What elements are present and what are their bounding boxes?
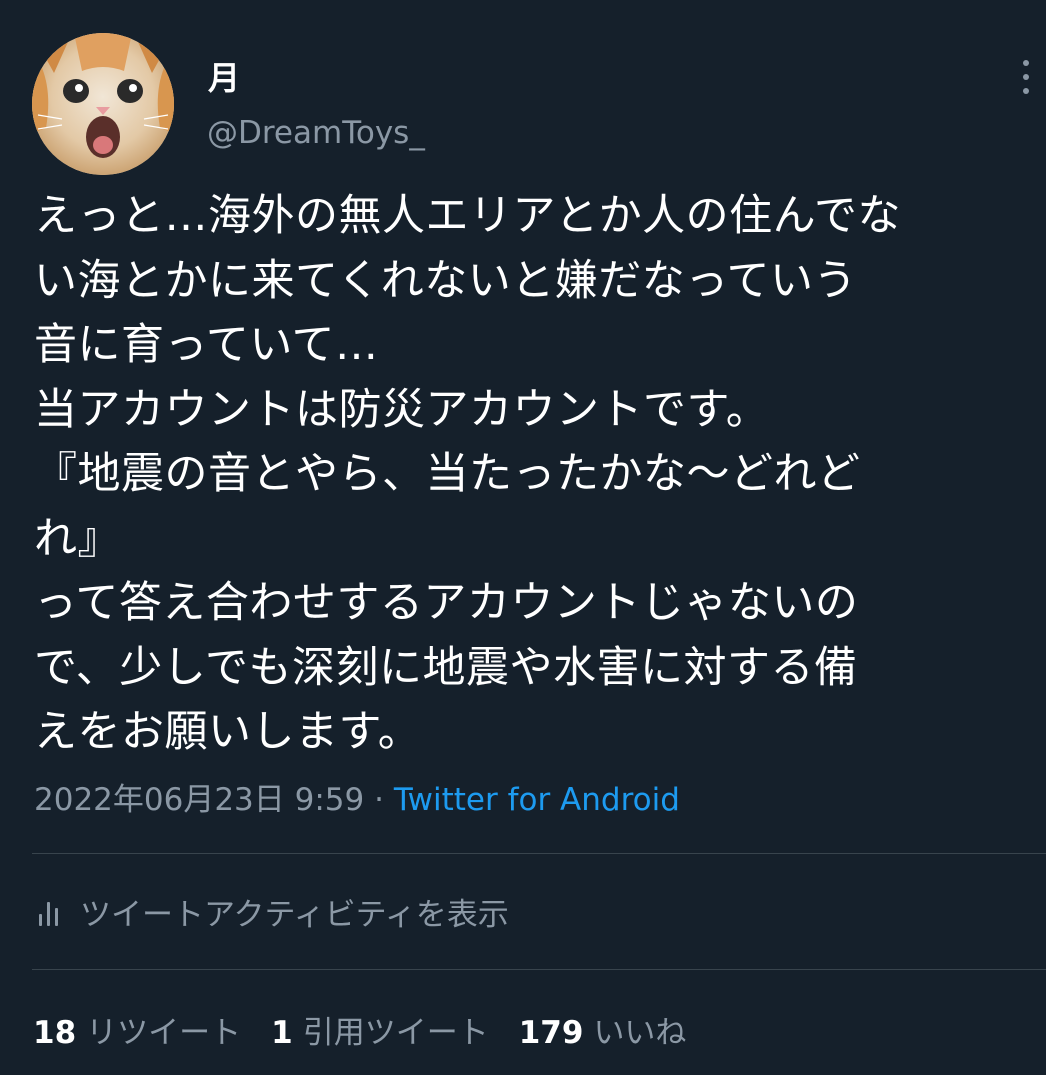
tweet-line: い海とかに来てくれないと嫌だなっていう bbox=[34, 255, 858, 306]
likes-label: いいね bbox=[593, 1014, 687, 1051]
more-dot bbox=[1023, 88, 1029, 94]
likes-stat[interactable]: 179 いいね bbox=[519, 1007, 687, 1052]
user-handle[interactable]: @DreamToys_ bbox=[207, 113, 425, 153]
likes-count: 179 bbox=[518, 1014, 584, 1051]
meta-separator: · bbox=[364, 782, 394, 818]
tweet-line: れ』 bbox=[34, 513, 121, 564]
quotes-label: 引用ツイート bbox=[302, 1014, 489, 1051]
display-name[interactable]: 月 bbox=[208, 58, 240, 98]
engagement-stats: 18 リツイート 1 引用ツイート 179 いいね bbox=[33, 1006, 716, 1052]
cat-avatar-icon bbox=[32, 33, 174, 175]
more-dot bbox=[1023, 60, 1029, 66]
tweet-line: 音に育っていて… bbox=[34, 320, 379, 370]
more-options-icon[interactable] bbox=[1008, 56, 1044, 100]
retweets-label: リツイート bbox=[86, 1014, 242, 1051]
view-activity-label: ツイートアクティビティを表示 bbox=[80, 896, 509, 933]
divider bbox=[32, 853, 1046, 854]
tweet-meta: 2022年06月23日 9:59 · Twitter for Android bbox=[34, 778, 680, 822]
divider bbox=[32, 969, 1046, 970]
tweet-line: 当アカウントは防災アカウントです。 bbox=[34, 384, 770, 435]
bar-chart-icon bbox=[36, 896, 64, 926]
retweets-count: 18 bbox=[33, 1014, 77, 1051]
retweets-stat[interactable]: 18 リツイート bbox=[33, 1007, 241, 1052]
tweet-line: 『地震の音とやら、当たったかな〜どれど bbox=[34, 449, 861, 499]
tweet-line: って答え合わせするアカウントじゃないの bbox=[34, 578, 859, 628]
tweet-line: えっと…海外の無人エリアとか人の住んでな bbox=[34, 191, 901, 241]
tweet-line: で、少しでも深刻に地震や水害に対する備 bbox=[34, 642, 858, 693]
tweet-source-link[interactable]: Twitter for Android bbox=[394, 782, 680, 818]
view-activity-button[interactable]: ツイートアクティビティを表示 bbox=[36, 886, 509, 936]
avatar[interactable] bbox=[32, 33, 174, 175]
tweet-text: えっと…海外の無人エリアとか人の住んでな い海とかに来てくれないと嫌だなっていう… bbox=[34, 184, 1034, 765]
tweet-line: えをお願いします。 bbox=[34, 707, 422, 757]
tweet-timestamp[interactable]: 2022年06月23日 9:59 bbox=[34, 782, 364, 818]
quotes-stat[interactable]: 1 引用ツイート bbox=[271, 1007, 489, 1052]
more-dot bbox=[1023, 74, 1029, 80]
quotes-count: 1 bbox=[271, 1014, 293, 1051]
